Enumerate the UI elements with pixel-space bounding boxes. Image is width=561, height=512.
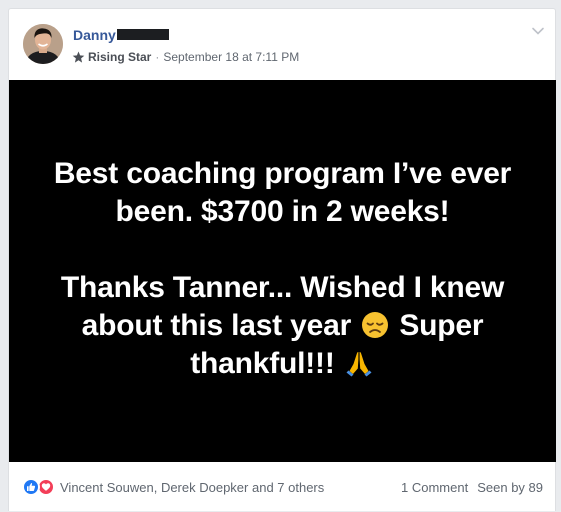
post-timestamp[interactable]: September 18 at 7:11 PM: [163, 50, 299, 64]
post-text: Best coaching program I’ve ever been. $3…: [33, 155, 533, 383]
reaction-icons[interactable]: [22, 478, 55, 496]
post-paragraph-2: Thanks Tanner... Wished I knew about thi…: [33, 269, 533, 383]
post-header: Danny Rising Star · September 18 at 7:11…: [9, 9, 555, 80]
post-paragraph-1: Best coaching program I’ve ever been. $3…: [53, 157, 512, 228]
meta-separator: ·: [155, 50, 160, 64]
seen-by-count[interactable]: Seen by 89: [477, 480, 543, 495]
disappointed-face-emoji: [361, 311, 389, 339]
reactors-link[interactable]: Vincent Souwen, Derek Doepker and 7 othe…: [60, 480, 324, 495]
chevron-down-icon[interactable]: [531, 23, 545, 35]
redacted-surname: [116, 28, 169, 40]
post-background: Best coaching program I’ve ever been. $3…: [9, 80, 556, 462]
post-card: Danny Rising Star · September 18 at 7:11…: [8, 8, 556, 511]
rising-star-icon: [72, 51, 85, 64]
member-badge[interactable]: Rising Star: [88, 50, 151, 64]
comments-count-link[interactable]: 1 Comment: [401, 480, 468, 495]
post-footer: Vincent Souwen, Derek Doepker and 7 othe…: [9, 462, 556, 512]
like-icon: [22, 478, 40, 496]
folded-hands-emoji: [345, 349, 373, 377]
post-meta: Rising Star · September 18 at 7:11 PM: [72, 49, 299, 65]
author-name[interactable]: Danny: [73, 27, 116, 43]
avatar[interactable]: [23, 24, 63, 64]
